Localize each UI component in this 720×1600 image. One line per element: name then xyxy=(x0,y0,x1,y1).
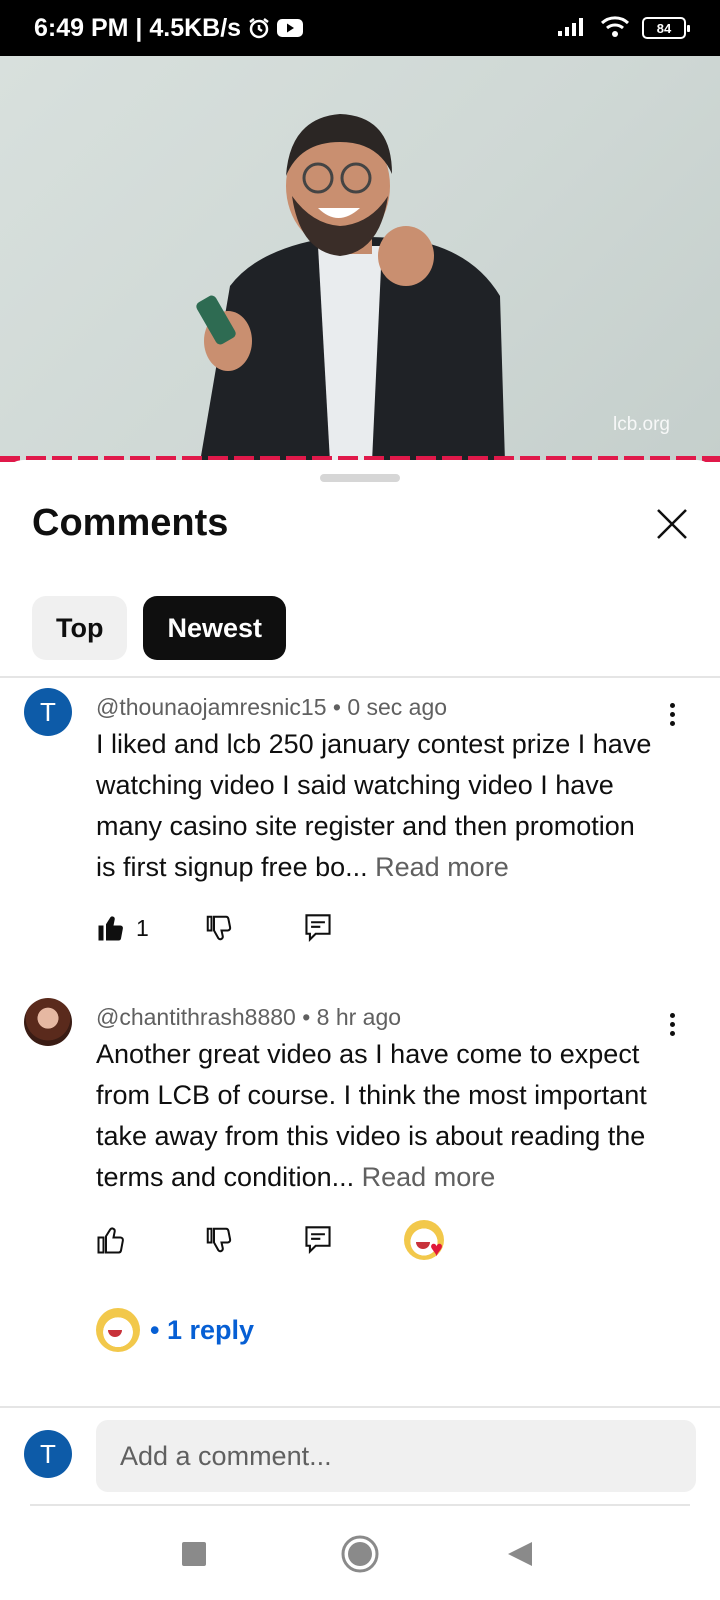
comment-meta: @chantithrash8880 • 8 hr ago xyxy=(96,1004,401,1031)
close-button[interactable] xyxy=(648,500,696,548)
comment-author[interactable]: @chantithrash8880 xyxy=(96,1004,296,1030)
composer-divider xyxy=(0,1406,720,1408)
composer-avatar: T xyxy=(24,1430,72,1478)
add-comment-input[interactable] xyxy=(96,1420,696,1492)
like-button[interactable] xyxy=(96,1225,126,1255)
avatar[interactable]: T xyxy=(24,688,72,736)
dot xyxy=(669,720,675,726)
status-right: 84 xyxy=(558,15,690,42)
read-more-link[interactable]: Read more xyxy=(362,1162,496,1192)
comment-more-button[interactable] xyxy=(660,1004,684,1044)
status-bar: 6:49 PM | 4.5KB/s 84 xyxy=(0,0,720,56)
thumbs-up-icon xyxy=(97,1227,124,1254)
header-divider xyxy=(0,676,720,678)
square-icon xyxy=(182,1542,206,1566)
creator-mascot-icon xyxy=(96,1308,140,1352)
dot xyxy=(669,1012,675,1018)
video-watermark: lcb.org xyxy=(612,414,670,435)
filter-chips: Top Newest xyxy=(32,596,287,660)
reply-icon xyxy=(305,914,331,943)
back-button[interactable] xyxy=(506,1540,534,1568)
dot xyxy=(669,702,675,708)
back-triangle-icon xyxy=(508,1542,532,1566)
wifi-icon xyxy=(600,15,630,42)
thumbs-up-filled-icon xyxy=(98,916,123,941)
composer-underline xyxy=(30,1504,690,1506)
comment-body: I liked and lcb 250 january contest priz… xyxy=(96,729,652,882)
thumbs-down-icon xyxy=(206,1227,232,1253)
dot xyxy=(669,711,675,717)
reply-button[interactable] xyxy=(304,1225,332,1255)
reply-count[interactable]: • 1 reply xyxy=(150,1315,254,1346)
comment-author[interactable]: @thounaojamresnic15 xyxy=(96,694,326,720)
video-player[interactable]: lcb.org xyxy=(0,56,720,462)
system-nav-bar xyxy=(0,1510,720,1600)
read-more-link[interactable]: Read more xyxy=(375,852,509,882)
reply-icon xyxy=(305,1226,331,1255)
recents-button[interactable] xyxy=(180,1540,208,1568)
comment-text: I liked and lcb 250 january contest priz… xyxy=(96,724,656,888)
comment-time: • 8 hr ago xyxy=(302,1004,402,1030)
sheet-title: Comments xyxy=(32,502,229,544)
comment-more-button[interactable] xyxy=(660,694,684,734)
video-frame-illustration xyxy=(196,114,505,462)
comment-meta: @thounaojamresnic15 • 0 sec ago xyxy=(96,694,447,721)
heart-icon: ♥ xyxy=(430,1236,444,1261)
close-icon xyxy=(657,509,687,539)
status-left: 6:49 PM | 4.5KB/s xyxy=(34,13,304,43)
youtube-icon xyxy=(277,18,304,38)
reply-button[interactable] xyxy=(304,913,332,943)
battery-icon: 84 xyxy=(642,17,690,39)
avatar[interactable] xyxy=(24,998,72,1046)
like-button[interactable]: 1 xyxy=(96,913,149,943)
dislike-button[interactable] xyxy=(204,1225,234,1255)
status-time-speed: 6:49 PM | 4.5KB/s xyxy=(34,13,242,42)
comment-text: Another great video as I have come to ex… xyxy=(96,1034,656,1198)
dot xyxy=(669,1030,675,1036)
creator-heart-badge: ♥ xyxy=(404,1220,448,1260)
thumbs-down-icon xyxy=(206,915,232,941)
alarm-icon xyxy=(247,16,271,40)
like-count: 1 xyxy=(136,914,149,941)
drag-handle[interactable] xyxy=(320,474,400,482)
signal-icon xyxy=(558,16,588,41)
replies-link[interactable]: • 1 reply xyxy=(96,1308,254,1352)
comment-time: • 0 sec ago xyxy=(332,694,448,720)
chip-top[interactable]: Top xyxy=(32,596,128,660)
dot xyxy=(669,1021,675,1027)
dislike-button[interactable] xyxy=(204,913,234,943)
home-circle-icon xyxy=(341,1535,379,1573)
home-button[interactable] xyxy=(340,1534,380,1574)
chip-newest[interactable]: Newest xyxy=(143,596,287,660)
